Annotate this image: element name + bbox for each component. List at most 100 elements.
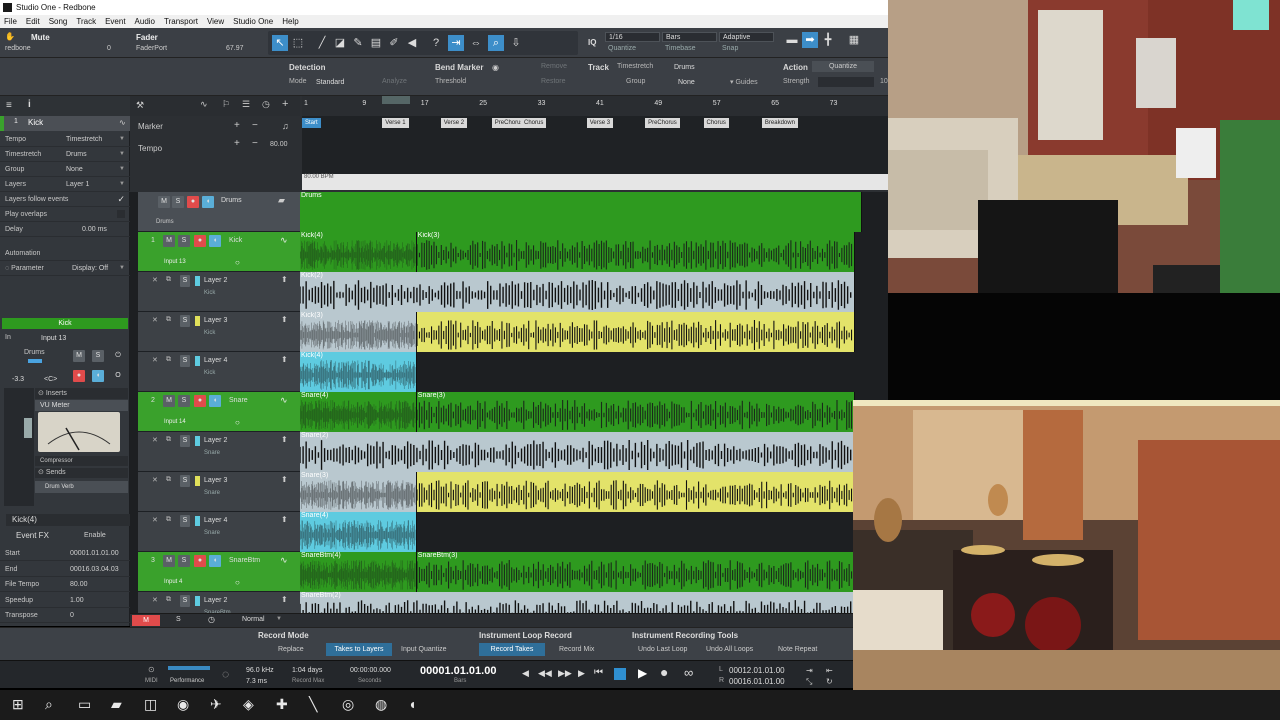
timeline-ruler[interactable]: 1 9 17 25 33 41 49 57 65 73 [302, 96, 888, 116]
copy-icon[interactable]: ⧉ [166, 276, 171, 284]
inspector-row-tempo[interactable]: Tempo Timestretch ▼ [0, 132, 130, 147]
solo-button[interactable]: S [180, 475, 190, 487]
marker-verse-1[interactable]: Verse 1 [382, 118, 409, 128]
paint-tool-icon[interactable]: ✎ [350, 35, 366, 51]
checkbox-checked-icon[interactable]: ✓ [117, 192, 125, 207]
snap-select[interactable]: Adaptive [719, 32, 774, 42]
quantize-button[interactable]: Quantize [812, 61, 874, 72]
marker-lane[interactable]: Start Verse 1 Verse 2 PreChorus Chorus Verse … [302, 116, 888, 176]
marker-start[interactable]: Start [302, 118, 321, 128]
marker-chorus[interactable]: Chorus [703, 118, 729, 128]
copy-icon[interactable]: ⧉ [166, 516, 171, 524]
monitor-button[interactable]: ◖ [209, 555, 221, 567]
audio-event[interactable]: Kick(4) [300, 232, 417, 272]
audio-event[interactable]: Snare(4) [300, 392, 417, 432]
arrow-tool-icon[interactable]: ↖ [272, 35, 288, 51]
marker-breakdown[interactable]: Breakdown [761, 118, 798, 128]
layer-header-layer-4[interactable]: ✕ ⧉ S Layer 4 Kick ⬆ [138, 352, 300, 392]
audio-event[interactable]: Kick(4) [300, 352, 417, 392]
timestretch-select[interactable]: Drums [670, 62, 720, 72]
quantize-select[interactable]: 1/16 [605, 32, 660, 42]
mute-button[interactable]: M [158, 196, 170, 208]
solo-button[interactable]: S [180, 275, 190, 287]
close-icon[interactable]: ✕ [152, 476, 158, 484]
track-header-drums[interactable]: M S ● ◖ Drums ▰ Drums [138, 192, 300, 232]
input-select[interactable]: Input 13 [37, 333, 127, 343]
menu-item-transport[interactable]: Transport [164, 17, 198, 26]
fader-track[interactable] [4, 388, 34, 506]
loop-start[interactable]: 00012.01.01.00 [729, 666, 785, 675]
add-marker-icon[interactable]: + [234, 120, 240, 131]
performance-label[interactable]: Performance [170, 678, 204, 684]
tempo-value[interactable]: 80.00 [270, 141, 288, 148]
zoom-tool-icon[interactable]: ⌕ [488, 35, 504, 51]
remove-button[interactable]: Remove [541, 63, 567, 70]
copy-icon[interactable]: ⧉ [166, 356, 171, 364]
monitor-circle-icon[interactable]: ○ [235, 578, 240, 587]
cross-event-icon[interactable]: ⇔ [468, 35, 484, 51]
mute-button[interactable]: M [163, 235, 175, 247]
promote-layer-icon[interactable]: ⬆ [281, 275, 288, 284]
store-icon[interactable]: ◫ [144, 696, 157, 713]
event-row-end[interactable]: End 00016.03.04.03 [0, 562, 130, 577]
loop-end[interactable]: 00016.01.01.00 [729, 677, 785, 686]
app1-icon[interactable]: ◈ [243, 696, 254, 713]
studio-one-icon[interactable]: ✈ [210, 696, 222, 713]
undo-last-loop-button[interactable]: Undo Last Loop [638, 646, 687, 653]
loop-region[interactable] [382, 96, 410, 104]
rewind-icon[interactable]: ◀◀ [538, 668, 552, 679]
copy-icon[interactable]: ⧉ [166, 476, 171, 484]
event-row-file-tempo[interactable]: File Tempo 80.00 [0, 577, 130, 592]
range-tool-icon[interactable]: ⬚ [290, 35, 306, 51]
play-icon[interactable]: ▶ [638, 666, 647, 680]
solo-button[interactable]: S [178, 555, 190, 567]
other-icon[interactable]: ◖ [408, 696, 416, 712]
monitor-button[interactable]: ◖ [209, 395, 221, 407]
fader-control[interactable]: Fader FaderPort 67.97 [134, 31, 252, 55]
phase-icon[interactable]: O [112, 370, 124, 382]
file-explorer-icon[interactable]: ▰ [111, 696, 122, 713]
waveform-icon[interactable]: ∿ [280, 555, 288, 566]
layer-header-layer-3[interactable]: ✕ ⧉ S Layer 3 Kick ⬆ [138, 312, 300, 352]
marker-verse-3[interactable]: Verse 3 [586, 118, 614, 128]
marker-prechorus[interactable]: PreChorus [645, 118, 680, 128]
menu-item-help[interactable]: Help [282, 17, 298, 26]
layer-header-layer-3[interactable]: ✕ ⧉ S Layer 3 Snare ⬆ [138, 472, 300, 512]
parameter-row[interactable]: ◌ Parameter Display: Off ▼ [0, 261, 130, 276]
waveform-icon[interactable]: ∿ [280, 235, 288, 246]
bars-position[interactable]: 00001.01.01.00 [420, 665, 496, 677]
copy-icon[interactable]: ⧉ [166, 316, 171, 324]
close-icon[interactable]: ✕ [152, 316, 158, 324]
punch-in-icon[interactable]: ⇥ [806, 666, 813, 675]
mute-tool-icon[interactable]: ▤ [368, 35, 384, 51]
record-arm-button[interactable]: ● [194, 395, 206, 407]
timebase-select[interactable]: Bars [662, 32, 717, 42]
monitor-circle-icon[interactable]: ○ [235, 418, 240, 427]
layers-follow-events[interactable]: Layers follow events ✓ [0, 192, 130, 207]
restore-button[interactable]: Restore [541, 78, 566, 85]
copy-icon[interactable]: ⧉ [166, 596, 171, 604]
play-overlaps[interactable]: Play overlaps [0, 207, 130, 222]
track-header-snare[interactable]: 2 M S ● ◖ Snare ∿ Input 14 ○ [138, 392, 300, 432]
solo-button[interactable]: S [178, 235, 190, 247]
marker-chorus[interactable]: Chorus [521, 118, 547, 128]
audio-event[interactable]: Drums [300, 192, 863, 232]
search-icon[interactable]: ⌕ [45, 696, 53, 713]
mode-normal[interactable]: Normal [242, 616, 265, 623]
event-row-speedup[interactable]: Speedup 1.00 [0, 593, 130, 608]
inspector-row-timestretch[interactable]: Timestretch Drums ▼ [0, 147, 130, 162]
enable-toggle[interactable]: Enable [84, 532, 106, 539]
snap-icon[interactable]: ⇩ [508, 35, 524, 51]
loop-icon[interactable]: ∞ [684, 665, 693, 680]
audio-event[interactable]: SnareBtm(3) [416, 552, 855, 592]
chrome2-icon[interactable]: ◍ [375, 696, 387, 713]
pen-icon[interactable]: ╲ [309, 696, 317, 713]
solo-button[interactable]: S [178, 395, 190, 407]
preroll-icon[interactable]: ↻ [826, 677, 833, 686]
solo-button[interactable]: S [180, 355, 190, 367]
bend-tool-icon[interactable]: ✐ [386, 35, 402, 51]
automation-curve-icon[interactable]: ∿ [200, 99, 208, 110]
monitor-button[interactable]: ◖ [92, 370, 104, 382]
menu-item-file[interactable]: File [4, 17, 17, 26]
add-tempo-icon[interactable]: + [234, 138, 240, 149]
